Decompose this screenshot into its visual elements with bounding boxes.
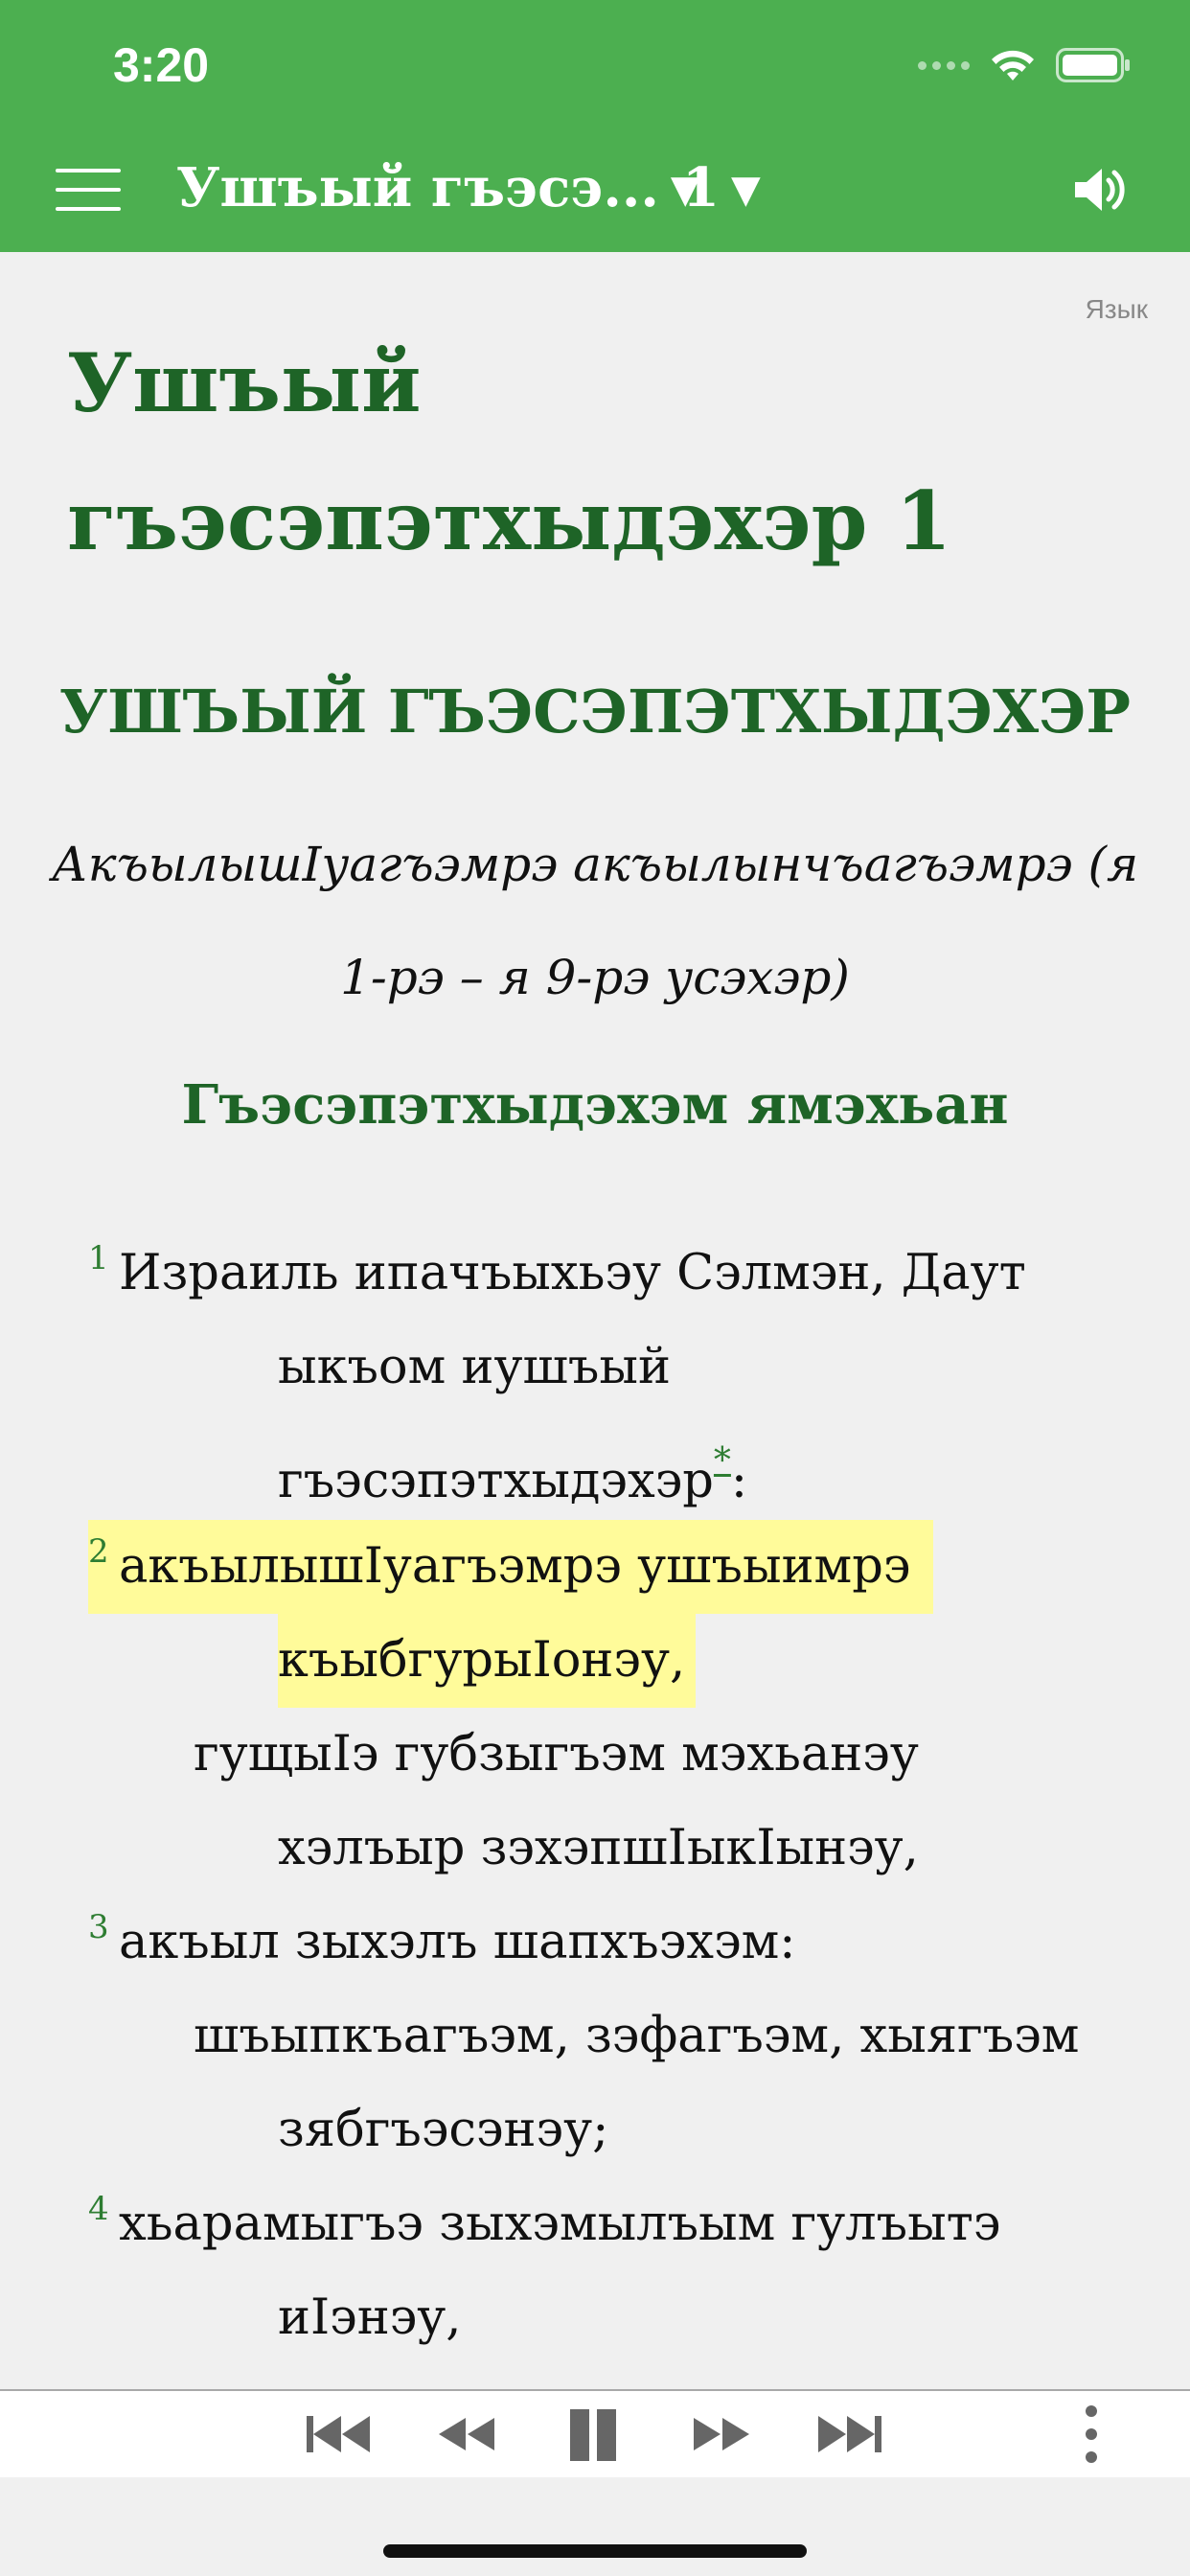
skip-forward-button[interactable] [816, 2403, 883, 2466]
pause-button[interactable] [561, 2403, 629, 2466]
verse-text: хьарамыгъэ зыхэмылъым гулъытэ [119, 2196, 1001, 2252]
status-icons [918, 42, 1131, 88]
home-indicator[interactable] [383, 2544, 807, 2558]
verse-text: гъэсэпэтхыдэхэр [278, 1453, 714, 1509]
hamburger-menu-button[interactable] [56, 165, 121, 217]
status-time: 3:20 [113, 38, 210, 92]
book-selector-label: Ушъый гъэсэ... [176, 156, 659, 219]
chevron-down-icon: ▼ [730, 167, 761, 212]
battery-icon [1056, 48, 1130, 82]
chapter-selector-label: 1 [682, 156, 720, 219]
fast-forward-button[interactable] [688, 2403, 755, 2466]
verse-line[interactable]: къыбгурыIонэу, [278, 1614, 685, 1708]
home-indicator-area [0, 2477, 1190, 2576]
pause-icon [570, 2409, 616, 2461]
reading-pane[interactable]: Язык Ушъый гъэсэпэтхыдэхэр 1 УШЪЫЙ ГЪЭСЭ… [0, 252, 1190, 2389]
fast-forward-icon [694, 2418, 749, 2450]
verse-text: акъылышIуагъэмрэ ушъыимрэ [119, 1538, 911, 1595]
verse-line[interactable]: хэлъыр зэхэпшIыкIынэу, [278, 1802, 919, 1896]
verse-line[interactable]: иIэнэу, [278, 2271, 461, 2365]
rewind-icon [439, 2418, 494, 2450]
wifi-icon [992, 50, 1034, 80]
hamburger-icon-line [56, 188, 121, 192]
more-options-button[interactable] [1058, 2403, 1125, 2466]
verse-line[interactable]: гъэсэпэтхыдэхэр*: [278, 1414, 748, 1509]
verse-text: Израиль ипачъыхьэу Сэлмэн, Даут [119, 1245, 1026, 1301]
hamburger-icon-line [56, 207, 121, 211]
verse-number: 3 [88, 1908, 109, 1946]
verse-text: акъыл зыхэлъ шапхъэхэм: [119, 1914, 796, 1970]
toolbar: Ушъый гъэсэ... ▼ 1 ▼ [0, 144, 1190, 235]
verse-text: къыбгурыIонэу, [278, 1632, 686, 1689]
audio-player-bar [0, 2389, 1190, 2477]
book-subtitle: АкъылышIуагъэмрэ акъылынчъагъэмрэ (я 1-р… [51, 837, 1139, 1005]
more-vertical-icon [1086, 2405, 1097, 2463]
book-selector[interactable]: Ушъый гъэсэ... ▼ [176, 153, 700, 224]
chapter-title: Ушъый гъэсэпэтхыдэхэр 1 [67, 335, 952, 568]
section-heading: Гъэсэпэтхыдэхэм ямэхьан [181, 1073, 1009, 1137]
verse-line[interactable]: Израиль ипачъыхьэу Сэлмэн, Даут [119, 1227, 1026, 1321]
verse-line[interactable]: акъыл зыхэлъ шапхъэхэм: [119, 1896, 795, 1990]
app-header: 3:20 Ушъый гъэсэ... ▼ 1 ▼ [0, 0, 1190, 252]
verse-line[interactable]: акъылышIуагъэмрэ ушъыимрэ [119, 1520, 910, 1614]
verse-number: 4 [88, 2190, 109, 2228]
verse-text: хэлъыр зэхэпшIыкIынэу, [278, 1820, 919, 1876]
verse-number: 1 [88, 1239, 109, 1277]
book-heading: УШЪЫЙ ГЪЭСЭПЭТХЫДЭХЭР [58, 677, 1132, 747]
footnote-link[interactable]: * [714, 1441, 731, 1481]
verse-line[interactable]: шъыпкъагъэм, зэфагъэм, хыягъэм [194, 1990, 1079, 2083]
verse-text: зябгъэсэнэу; [278, 2102, 609, 2158]
chapter-selector[interactable]: 1 ▼ [682, 153, 761, 224]
cellular-signal-icon [918, 60, 970, 70]
audio-button[interactable] [1071, 161, 1129, 218]
verse-text: : [730, 1453, 748, 1509]
verse-number: 2 [88, 1532, 109, 1571]
verse-text: шъыпкъагъэм, зэфагъэм, хыягъэм [194, 2008, 1080, 2064]
verse-text: гущыIэ губзыгъэм мэхьанэу [194, 1726, 919, 1782]
verse-line[interactable]: зябгъэсэнэу; [278, 2083, 608, 2177]
verse-line[interactable]: хьарамыгъэ зыхэмылъым гулъытэ [119, 2177, 1000, 2271]
verse-line[interactable]: ыкъом иушъый [278, 1321, 671, 1414]
skip-back-button[interactable] [305, 2403, 372, 2466]
verse-text: иIэнэу, [278, 2289, 462, 2346]
verse-line[interactable]: гущыIэ губзыгъэм мэхьанэу [194, 1708, 919, 1802]
verse-text: ыкъом иушъый [278, 1339, 671, 1395]
hamburger-icon-line [56, 169, 121, 172]
rewind-button[interactable] [433, 2403, 500, 2466]
speaker-icon [1075, 169, 1125, 211]
skip-back-icon [307, 2416, 370, 2452]
skip-forward-icon [818, 2416, 881, 2452]
